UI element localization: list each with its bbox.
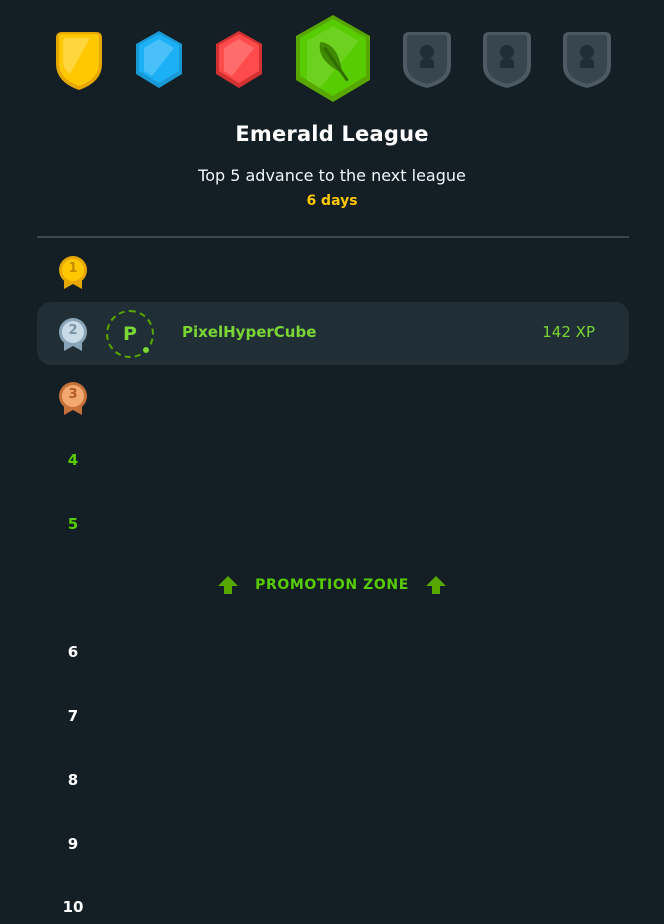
ruby-league-badge-icon[interactable] (214, 30, 264, 90)
online-status-dot (141, 345, 151, 355)
leaderboard-row[interactable]: 5 (37, 494, 629, 557)
rank-number: 2 (68, 323, 78, 338)
user-xp: 142 XP (542, 323, 595, 341)
gold-league-badge-icon[interactable] (52, 30, 106, 92)
emerald-league-badge-icon[interactable] (294, 14, 372, 104)
silver-medal-icon: 2 (57, 317, 89, 353)
leaderboard-row[interactable]: 7 (37, 686, 629, 749)
promotion-zone-divider: PROMOTION ZONE (0, 572, 664, 598)
rank-number: 5 (67, 515, 79, 533)
league-title: Emerald League (235, 122, 429, 146)
sapphire-league-badge-icon[interactable] (134, 30, 184, 90)
divider (37, 236, 629, 238)
rank-number: 1 (68, 261, 78, 276)
avatar[interactable]: P (106, 310, 154, 358)
locked-league-badge-icon (400, 30, 454, 90)
rank-number: 7 (67, 707, 79, 725)
rank-number: 10 (62, 898, 84, 916)
locked-league-badge-icon (560, 30, 614, 90)
rank-number: 8 (67, 771, 79, 789)
league-subtitle: Top 5 advance to the next league (198, 166, 466, 185)
bronze-medal-icon: 3 (57, 381, 89, 417)
leaderboard-row-current-user[interactable]: 2 P PixelHyperCube 142 XP (37, 302, 629, 365)
promotion-zone-label: PROMOTION ZONE (255, 577, 409, 593)
leaderboard-row[interactable]: 1 (37, 240, 629, 303)
leaderboard-page: Emerald League Top 5 advance to the next… (0, 0, 664, 924)
rank-number: 6 (67, 643, 79, 661)
rank-number: 9 (67, 835, 79, 853)
leaderboard-row[interactable]: 8 (37, 750, 629, 813)
leaderboard-row[interactable]: 3 (37, 366, 629, 429)
league-badge-row (0, 0, 664, 110)
leaderboard-row[interactable]: 6 (37, 622, 629, 685)
leaderboard-row[interactable]: 4 (37, 430, 629, 493)
user-name: PixelHyperCube (182, 323, 317, 341)
arrow-up-icon (218, 576, 239, 594)
locked-league-badge-icon (480, 30, 534, 90)
rank-number: 3 (68, 387, 78, 402)
days-remaining: 6 days (306, 193, 358, 209)
arrow-up-icon (425, 576, 446, 594)
gold-medal-icon: 1 (57, 255, 89, 291)
leaderboard-row[interactable]: 10 (37, 861, 629, 924)
rank-number: 4 (67, 451, 79, 469)
